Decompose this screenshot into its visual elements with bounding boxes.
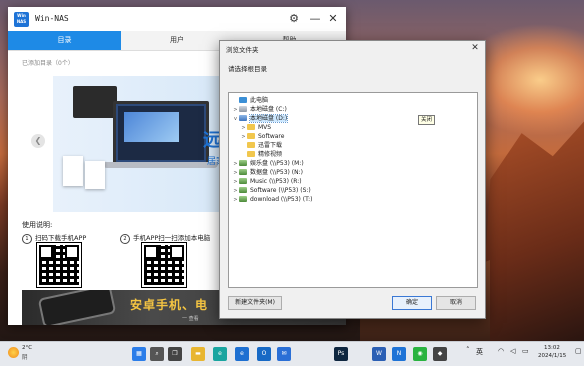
carousel-prev-icon[interactable]: ❮ bbox=[31, 134, 45, 148]
ad-headline: 安卓手机、电 bbox=[130, 298, 209, 312]
edge-dev-icon[interactable]: e bbox=[235, 347, 249, 361]
folder-icon bbox=[247, 132, 255, 139]
tree-node[interactable]: 迅雷下载 bbox=[240, 141, 282, 150]
cancel-button[interactable]: 取消 bbox=[436, 296, 476, 310]
app-logo-icon: Win NAS bbox=[14, 12, 29, 27]
tree-node[interactable]: > Music (\\P53) (R:) bbox=[232, 177, 302, 186]
minimize-button[interactable]: — bbox=[308, 12, 322, 26]
weather-temperature[interactable]: 2°C bbox=[22, 345, 32, 351]
mail-icon[interactable]: ✉ bbox=[277, 347, 291, 361]
battery-icon[interactable]: ▭ bbox=[522, 347, 529, 355]
folder-icon bbox=[247, 150, 255, 157]
step-number: 2 bbox=[120, 234, 130, 244]
weather-description[interactable]: 阴 bbox=[22, 353, 28, 361]
tree-node-label: 精修视频 bbox=[258, 151, 283, 158]
edge-browser-icon[interactable]: e bbox=[213, 347, 227, 361]
network-drive-icon bbox=[239, 195, 247, 202]
clock-time[interactable]: 13:02 bbox=[544, 345, 560, 351]
step-number: 1 bbox=[22, 234, 32, 244]
tree-node[interactable]: > 数据盘 (\\P53) (N:) bbox=[232, 168, 303, 177]
network-drive-icon bbox=[239, 159, 247, 166]
ime-indicator[interactable]: 英 bbox=[476, 347, 483, 357]
taskbar: 2°C 阴 ▦ ⌕ ❐ ▬ e e O ✉ Ps W N ◉ ◆ ˄ 英 ◠ ◁ ▭ 13:02 202… bbox=[0, 341, 584, 366]
tree-node[interactable]: 此电脑 bbox=[232, 96, 268, 105]
tree-node-selected[interactable]: v 本地磁盘 (D:) bbox=[232, 114, 289, 124]
tree-node[interactable]: > 娱乐盘 (\\P53) (M:) bbox=[232, 159, 304, 168]
dialog-close-icon[interactable]: ✕ bbox=[469, 42, 481, 54]
outlook-icon[interactable]: O bbox=[257, 347, 271, 361]
add-pc-qr-code bbox=[141, 242, 187, 288]
tree-node-label: 娱乐盘 (\\P53) (M:) bbox=[250, 160, 304, 167]
tree-node[interactable]: > 本地磁盘 (C:) bbox=[232, 105, 287, 114]
tree-node[interactable]: > download (\\P53) (T:) bbox=[232, 195, 313, 204]
tree-node-label: 迅雷下载 bbox=[258, 142, 283, 149]
tree-node-label: Software (\\P53) (S:) bbox=[250, 187, 311, 194]
windows-start-icon[interactable]: ▦ bbox=[132, 347, 146, 361]
browse-folder-dialog: 浏览文件夹 ✕ 请选择根目录 此电脑 > 本地磁盘 (C:) v 本地磁盘 (D:)… bbox=[219, 40, 486, 319]
tree-node-label: 此电脑 bbox=[250, 97, 269, 104]
step-text: 手机APP扫一扫添加本电脑 bbox=[133, 234, 211, 242]
new-folder-button[interactable]: 新建文件夹(M) bbox=[228, 296, 282, 310]
tree-node[interactable]: 精修视频 bbox=[240, 150, 282, 159]
tree-node[interactable]: > MVS bbox=[240, 123, 271, 132]
ad-caption: 一 查看 bbox=[182, 316, 199, 322]
wifi-icon[interactable]: ◠ bbox=[498, 347, 504, 355]
ok-button[interactable]: 确定 bbox=[392, 296, 432, 310]
notifications-icon[interactable]: ▢ bbox=[575, 347, 582, 355]
step-text: 扫码下载手机APP bbox=[35, 234, 87, 242]
other-app-icon[interactable]: ◆ bbox=[433, 347, 447, 361]
network-drive-icon bbox=[239, 177, 247, 184]
folder-icon bbox=[247, 141, 255, 148]
title-bar: Win NAS Win-NAS ⚙ — ✕ bbox=[8, 7, 346, 31]
usage-title: 使用说明: bbox=[22, 221, 53, 229]
photoshop-icon[interactable]: Ps bbox=[334, 347, 348, 361]
folder-icon bbox=[247, 123, 255, 130]
laptop-illustration bbox=[113, 101, 209, 165]
wechat-icon[interactable]: ◉ bbox=[413, 347, 427, 361]
tree-node-label: Music (\\P53) (R:) bbox=[250, 178, 302, 185]
dialog-prompt: 请选择根目录 bbox=[228, 65, 267, 73]
tree-node[interactable]: > Software bbox=[240, 132, 284, 141]
tree-expander-icon[interactable]: v bbox=[232, 115, 239, 124]
phone-illustration bbox=[40, 290, 114, 325]
dialog-title: 浏览文件夹 bbox=[226, 46, 259, 54]
tree-node-label: 数据盘 (\\P53) (N:) bbox=[250, 169, 303, 176]
folder-tree[interactable]: 此电脑 > 本地磁盘 (C:) v 本地磁盘 (D:) > MVS > Software… bbox=[228, 92, 478, 288]
app-title: Win-NAS bbox=[35, 14, 69, 23]
tab-users[interactable]: 用户 bbox=[121, 31, 233, 50]
tree-node-label: 本地磁盘 (D:) bbox=[248, 114, 289, 123]
tree-node-label: download (\\P53) (T:) bbox=[250, 196, 313, 203]
network-drive-icon bbox=[239, 186, 247, 193]
tab-directory[interactable]: 目录 bbox=[8, 31, 121, 50]
tree-node[interactable]: > Software (\\P53) (S:) bbox=[232, 186, 311, 195]
word-icon[interactable]: W bbox=[372, 347, 386, 361]
wallpaper-rock bbox=[480, 121, 584, 341]
task-view-icon[interactable]: ❐ bbox=[168, 347, 182, 361]
drive-icon bbox=[239, 114, 247, 121]
tree-expander-icon[interactable]: > bbox=[232, 196, 239, 205]
document-illustration bbox=[85, 161, 105, 189]
download-app-qr-code bbox=[36, 242, 82, 288]
added-directories-label: 已添加目录（0个） bbox=[22, 60, 74, 67]
volume-icon[interactable]: ◁ bbox=[510, 347, 515, 355]
search-icon[interactable]: ⌕ bbox=[150, 347, 164, 361]
laptop-base-illustration bbox=[103, 162, 218, 168]
drive-icon bbox=[239, 105, 247, 112]
document-illustration bbox=[63, 156, 83, 186]
clock-date[interactable]: 2024/1/15 bbox=[538, 353, 566, 359]
win-nas-icon[interactable]: N bbox=[392, 347, 406, 361]
settings-gear-icon[interactable]: ⚙ bbox=[287, 12, 301, 26]
computer-icon bbox=[239, 96, 247, 103]
tree-node-label: 本地磁盘 (C:) bbox=[250, 106, 287, 113]
monitor-illustration bbox=[73, 86, 117, 118]
tree-node-label: MVS bbox=[258, 124, 272, 131]
file-explorer-icon[interactable]: ▬ bbox=[191, 347, 205, 361]
tree-node-label: Software bbox=[258, 133, 285, 140]
tray-overflow-icon[interactable]: ˄ bbox=[466, 346, 470, 354]
close-tooltip: 关闭 bbox=[418, 115, 436, 125]
close-button[interactable]: ✕ bbox=[326, 12, 340, 26]
weather-sun-icon[interactable] bbox=[8, 347, 19, 358]
network-drive-icon bbox=[239, 168, 247, 175]
